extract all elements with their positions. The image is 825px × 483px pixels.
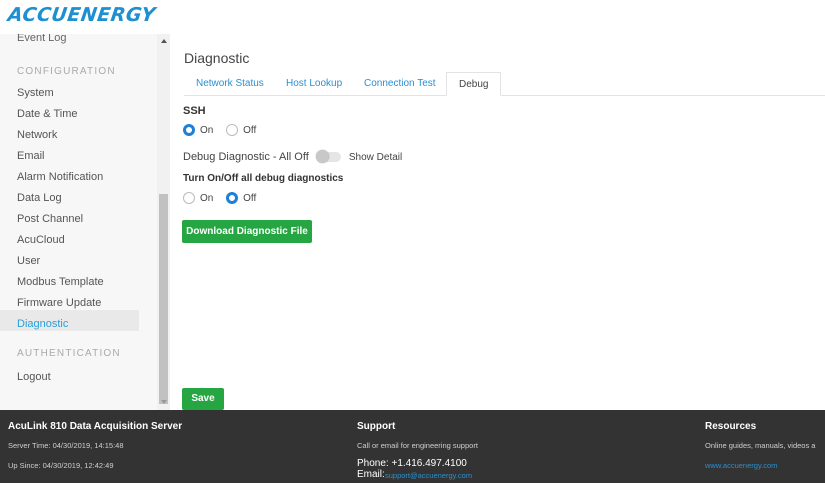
- sidebar-item-acucloud[interactable]: AcuCloud: [17, 234, 65, 246]
- accuenergy-logo[interactable]: ACCUENERGY: [6, 4, 157, 26]
- sidebar-item-post-channel[interactable]: Post Channel: [17, 213, 83, 225]
- sidebar-section-authentication: AUTHENTICATION: [17, 348, 121, 359]
- footer-website-link[interactable]: www.accuenergy.com: [705, 461, 777, 470]
- scroll-down-arrow-icon[interactable]: [161, 400, 167, 404]
- sidebar-section-configuration: CONFIGURATION: [17, 66, 116, 77]
- footer-email-link[interactable]: support@accuenergy.com: [385, 471, 472, 480]
- sidebar-item-alarm-notification[interactable]: Alarm Notification: [17, 171, 103, 183]
- sidebar-item-email[interactable]: Email: [17, 150, 45, 162]
- debug-all-on-label: On: [200, 192, 214, 204]
- sidebar-item-event-log[interactable]: Event Log: [17, 34, 67, 44]
- tab-debug[interactable]: Debug: [446, 72, 502, 96]
- sidebar-item-diagnostic[interactable]: Diagnostic: [17, 318, 68, 330]
- show-detail-label: Show Detail: [348, 152, 403, 163]
- footer-resources-text: Online guides, manuals, videos a: [705, 441, 816, 450]
- debug-diagnostic-label: Debug Diagnostic - All Off: [183, 151, 309, 163]
- debug-diagnostic-row: Debug Diagnostic - All Off Show Detail: [183, 150, 403, 164]
- page-title: Diagnostic: [184, 50, 250, 66]
- tab-network-status[interactable]: Network Status: [196, 72, 264, 96]
- save-button[interactable]: Save: [182, 388, 224, 410]
- debug-all-label: Turn On/Off all debug diagnostics: [183, 173, 344, 184]
- sidebar-item-data-log[interactable]: Data Log: [17, 192, 62, 204]
- footer-server-time: Server Time: 04/30/2019, 14:15:48: [8, 441, 124, 450]
- footer: AcuLink 810 Data Acquisition Server Serv…: [0, 410, 825, 483]
- debug-all-off-label: Off: [243, 192, 257, 204]
- scrollbar-thumb[interactable]: [159, 194, 168, 404]
- footer-phone: Phone: +1.416.497.4100: [357, 458, 467, 469]
- footer-product-title: AcuLink 810 Data Acquisition Server: [8, 421, 183, 432]
- sidebar-item-user[interactable]: User: [17, 255, 40, 267]
- sidebar-item-network[interactable]: Network: [17, 129, 57, 141]
- sidebar-item-modbus-template[interactable]: Modbus Template: [17, 276, 104, 288]
- debug-all-on-radio[interactable]: [183, 192, 195, 204]
- ssh-off-radio[interactable]: [226, 124, 239, 136]
- footer-up-since: Up Since: 04/30/2019, 12:42:49: [8, 461, 114, 470]
- sidebar-item-logout[interactable]: Logout: [17, 371, 51, 383]
- debug-all-radio-group: On Off: [183, 192, 266, 204]
- show-detail-toggle[interactable]: [315, 150, 341, 164]
- sidebar-item-firmware-update[interactable]: Firmware Update: [17, 297, 101, 309]
- debug-all-off-radio[interactable]: [226, 192, 239, 204]
- diagnostic-tabs: Network Status Host Lookup Connection Te…: [184, 72, 825, 96]
- scroll-up-arrow-icon[interactable]: [161, 39, 167, 43]
- download-diagnostic-file-button[interactable]: Download Diagnostic File: [182, 220, 312, 243]
- ssh-on-radio[interactable]: [183, 124, 195, 136]
- ssh-on-label: On: [200, 124, 214, 136]
- sidebar-scrollbar[interactable]: [157, 34, 170, 410]
- footer-resources-title: Resources: [705, 421, 757, 432]
- toggle-knob: [315, 150, 329, 164]
- app-header: ACCUENERGY: [0, 0, 825, 34]
- ssh-label: SSH: [183, 105, 206, 117]
- main-content: Diagnostic Network Status Host Lookup Co…: [170, 34, 825, 410]
- ssh-off-label: Off: [243, 124, 257, 136]
- ssh-radio-group: On Off: [183, 124, 266, 136]
- footer-support-title: Support: [357, 421, 396, 432]
- footer-support-text: Call or email for engineering support: [357, 441, 478, 450]
- footer-email-label: Email:: [357, 469, 385, 480]
- sidebar-item-date-time[interactable]: Date & Time: [17, 108, 78, 120]
- sidebar-item-system[interactable]: System: [17, 87, 54, 99]
- tab-host-lookup[interactable]: Host Lookup: [286, 72, 342, 96]
- tab-connection-test[interactable]: Connection Test: [364, 72, 436, 96]
- sidebar: Event Log CONFIGURATION System Date & Ti…: [0, 34, 157, 410]
